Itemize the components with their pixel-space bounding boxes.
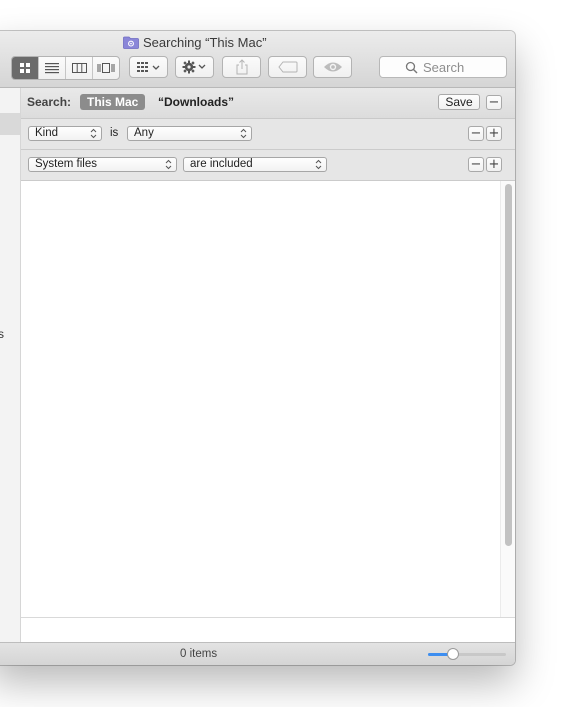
icon-view-button[interactable] [12,57,39,79]
remove-rule-button[interactable]: − [468,157,484,172]
rule-value-text: are included [190,158,253,170]
arrange-button[interactable] [129,56,168,78]
rule-attribute-popup[interactable]: Kind [28,126,102,141]
tag-icon [277,61,297,73]
rule-attribute-value: System files [35,158,97,170]
search-rule-row: Kind is Any − + [21,119,515,150]
popup-arrows-icon [240,128,247,139]
list-view-icon [45,63,59,74]
icon-view-icon [20,63,30,73]
smart-folder-icon [123,36,139,49]
popup-arrows-icon [315,159,322,170]
column-view-button[interactable] [66,57,93,79]
arrange-grid-icon [136,62,159,72]
add-rule-button[interactable]: + [486,126,502,141]
remove-search-button[interactable]: − [486,95,502,110]
cover-flow-view-button[interactable] [93,57,119,79]
quick-look-button[interactable] [313,56,352,78]
rule-value-popup[interactable]: Any [127,126,252,141]
eye-icon [323,62,342,72]
cover-flow-view-icon [97,63,115,73]
sidebar-selected-item[interactable] [0,113,20,135]
popup-arrows-icon [165,159,172,170]
search-rule-row: System files are included − + [21,150,515,181]
search-scope-bar: Search: This Mac “Downloads” Save − [21,88,515,119]
title-bar: Searching “This Mac” Search [0,31,515,88]
window-title: Searching “This Mac” [123,35,267,50]
search-placeholder: Search [423,59,465,75]
list-view-button[interactable] [39,57,66,79]
search-icon [405,61,418,74]
rule-operator-label: is [110,127,119,139]
item-count: 0 items [180,648,218,660]
vertical-scrollbar[interactable] [500,181,515,617]
search-field[interactable]: Search [379,56,507,78]
rule-attribute-value: Kind [35,127,59,139]
sidebar-item-label[interactable]: s [0,327,4,341]
rule-attribute-popup[interactable]: System files [28,157,177,172]
scrollbar-thumb[interactable] [505,184,512,546]
view-mode-switcher [11,56,120,80]
scope-downloads-button[interactable]: “Downloads” [158,95,234,109]
window-title-text: Searching “This Mac” [143,35,267,50]
popup-arrows-icon [90,128,97,139]
remove-rule-button[interactable]: − [468,126,484,141]
sidebar: s [0,88,21,642]
share-button[interactable] [222,56,261,78]
slider-knob[interactable] [446,648,459,660]
rule-value-popup[interactable]: are included [183,157,327,172]
path-bar [21,617,515,643]
results-area[interactable] [21,181,500,617]
search-scope-label: Search: [27,95,72,109]
gear-icon [182,60,205,74]
tags-button[interactable] [268,56,307,78]
finder-window: Searching “This Mac” Search s Search: Th… [0,31,515,665]
scope-this-mac-button[interactable]: This Mac [80,94,146,110]
share-icon [236,59,247,75]
add-rule-button[interactable]: + [486,157,502,172]
status-bar: 0 items [0,642,515,665]
action-menu-button[interactable] [175,56,214,78]
icon-size-slider[interactable] [428,648,506,660]
column-view-icon [71,63,87,73]
rule-value-text: Any [134,127,154,139]
save-search-button[interactable]: Save [438,94,480,110]
